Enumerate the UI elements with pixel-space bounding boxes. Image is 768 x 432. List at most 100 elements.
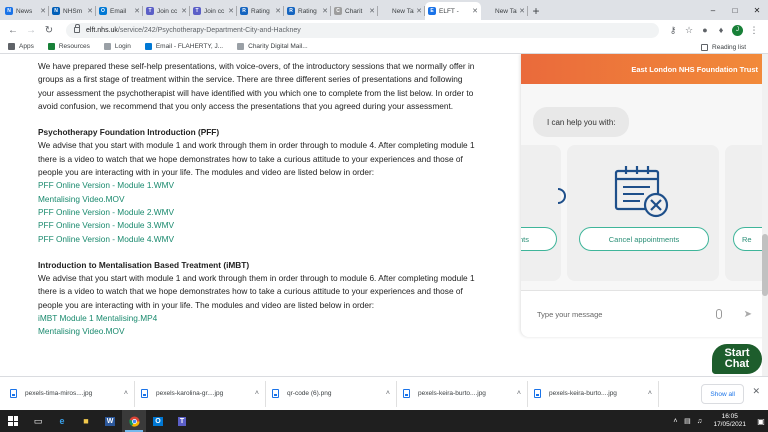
taskbar-clock[interactable]: 16:05 17/05/2021 (705, 413, 754, 429)
chat-option-left-button[interactable]: nts (521, 227, 557, 251)
download-item[interactable]: pexels-karolina-gr....jpg ˄ (135, 380, 266, 407)
chevron-up-icon[interactable]: ˄ (255, 390, 259, 397)
file-link[interactable]: Mentalising Video.MOV (38, 325, 478, 338)
bookmark-item[interactable]: Login (103, 43, 131, 50)
close-tab-icon[interactable]: ✕ (369, 7, 375, 15)
tab-strip: N News ✕ N NHSm ✕ O Email ✕ T Join cc ✕ T Join cc ✕ R Ra… (0, 0, 768, 20)
close-tab-icon[interactable]: ✕ (87, 7, 93, 15)
chevron-up-icon[interactable]: ˄ (386, 390, 390, 397)
puzzle-icon[interactable]: ♦ (713, 25, 729, 35)
minimize-icon[interactable]: – (702, 6, 724, 15)
download-item[interactable]: qr-code (6).png ˄ (266, 380, 397, 407)
maximize-icon[interactable]: □ (724, 6, 746, 15)
page-scrollbar[interactable] (762, 54, 768, 376)
send-icon[interactable]: ➤ (744, 309, 752, 320)
download-item[interactable]: pexels-keira-burto....jpg ˄ (397, 380, 528, 407)
menu-icon[interactable]: ⋮ (746, 25, 762, 36)
browser-tab[interactable]: T Join cc ✕ (190, 2, 237, 20)
address-bar[interactable]: elft.nhs.uk/service/242/Psychotherapy-De… (66, 22, 659, 38)
chat-message-input[interactable]: Type your message (537, 310, 716, 319)
downloads-bar: pexels-tima-miros....jpg ˄ pexels-karolina… (0, 376, 768, 410)
forward-icon[interactable]: → (24, 25, 38, 36)
profile-avatar[interactable]: J (732, 24, 743, 36)
bookmark-item[interactable]: Email - FLAHERTY, J... (144, 43, 223, 50)
close-tab-icon[interactable]: ✕ (416, 7, 422, 15)
tab-title: New Tab (392, 7, 414, 15)
close-tab-icon[interactable]: ✕ (40, 7, 46, 15)
download-item[interactable]: pexels-tima-miros....jpg ˄ (4, 380, 135, 407)
file-link[interactable]: Mentalising Video.MOV (38, 193, 478, 206)
bookmark-item[interactable]: Resources (47, 43, 90, 50)
browser-tab[interactable]: R Rating ✕ (237, 2, 284, 20)
windows-start-button[interactable] (0, 410, 26, 432)
download-filename: pexels-keira-burto....jpg (549, 390, 617, 397)
file-link[interactable]: PFF Online Version - Module 4.WMV (38, 233, 478, 246)
browser-tab[interactable]: E ELFT - ✕ (425, 2, 481, 20)
lock-icon[interactable] (74, 24, 80, 33)
word-icon[interactable]: W (98, 410, 122, 432)
close-tab-icon[interactable]: ✕ (472, 7, 478, 15)
browser-tab[interactable]: New Tab✕ (481, 2, 528, 20)
close-window-icon[interactable]: ✕ (746, 6, 768, 15)
tray-up-arrow-icon[interactable]: ˄ (669, 418, 681, 425)
bookmark-item[interactable]: Apps (8, 43, 34, 50)
windows-logo-icon (8, 416, 18, 426)
teams-icon[interactable]: T (170, 410, 194, 432)
network-icon[interactable]: ▤ (681, 417, 693, 425)
close-tab-icon[interactable]: ✕ (322, 7, 328, 15)
browser-tab[interactable]: C Charit ✕ (331, 2, 378, 20)
bookmark-item[interactable]: Charity Digital Mail... (237, 43, 308, 50)
chat-option-card-cancel[interactable] (567, 145, 719, 281)
file-link[interactable]: PFF Online Version - Module 2.WMV (38, 206, 478, 219)
tab-favicon-icon (484, 7, 492, 15)
volume-icon[interactable]: ♫ (693, 418, 705, 425)
edge-icon[interactable]: e (50, 410, 74, 432)
show-all-button[interactable]: Show all (701, 384, 744, 404)
chat-widget: East London NHS Foundation Trust I can h… (521, 54, 768, 337)
file-link[interactable]: PFF Online Version - Module 1.WMV (38, 179, 478, 192)
browser-tab[interactable]: R Rating ✕ (284, 2, 331, 20)
back-icon[interactable]: ← (6, 25, 20, 36)
reload-icon[interactable]: ↻ (42, 25, 56, 36)
start-chat-button[interactable]: Start Chat (712, 344, 762, 374)
download-item[interactable]: pexels-keira-burto....jpg ˄ (528, 380, 659, 407)
chevron-up-icon[interactable]: ˄ (648, 390, 652, 397)
chrome-icon[interactable] (122, 410, 146, 432)
browser-tab[interactable]: N NHSm ✕ (49, 2, 96, 20)
file-icon (10, 389, 17, 398)
close-tab-icon[interactable]: ✕ (134, 7, 140, 15)
key-icon[interactable]: ⚷ (665, 25, 681, 36)
browser-tab[interactable]: O Email ✕ (96, 2, 143, 20)
attachment-icon[interactable] (715, 309, 722, 319)
close-tab-icon[interactable]: ✕ (181, 7, 187, 15)
close-downloads-icon[interactable]: ✕ (752, 386, 760, 397)
bookmark-label: Login (114, 43, 131, 50)
task-view-icon[interactable]: ▭ (26, 410, 50, 432)
reading-list-label: Reading list (712, 43, 746, 51)
new-tab-button[interactable]: + (528, 2, 544, 20)
close-tab-icon[interactable]: ✕ (228, 7, 234, 15)
file-explorer-icon[interactable]: ■ (74, 410, 98, 432)
url-path: /service/242/Psychotherapy-Department-Ci… (117, 26, 301, 34)
calendar-cancel-icon (614, 166, 669, 218)
bookmark-star-icon[interactable]: ☆ (681, 25, 697, 36)
browser-tab[interactable]: T Join cc ✕ (143, 2, 190, 20)
cancel-appointments-button[interactable]: Cancel appointments (579, 227, 709, 251)
file-link[interactable]: iMBT Module 1 Mentalising.MP4 (38, 312, 478, 325)
scrollbar-thumb[interactable] (762, 234, 768, 296)
extension-icon[interactable]: ● (697, 25, 713, 35)
file-icon (403, 389, 410, 398)
outlook-icon[interactable]: O (146, 410, 170, 432)
reading-list-button[interactable]: Reading list (701, 40, 746, 54)
file-link[interactable]: PFF Online Version - Module 3.WMV (38, 219, 478, 232)
close-tab-icon[interactable]: ✕ (275, 7, 281, 15)
chevron-up-icon[interactable]: ˄ (124, 390, 128, 397)
chevron-up-icon[interactable]: ˄ (517, 390, 521, 397)
chat-option-card-left[interactable] (521, 145, 566, 281)
clock-time: 16:05 (721, 413, 738, 420)
notification-icon[interactable]: ▣ (754, 410, 768, 432)
tab-title: News (16, 7, 33, 15)
browser-tab[interactable]: N News ✕ (2, 2, 49, 20)
browser-tab[interactable]: New Tab✕ (378, 2, 425, 20)
close-tab-icon[interactable]: ✕ (519, 7, 525, 15)
